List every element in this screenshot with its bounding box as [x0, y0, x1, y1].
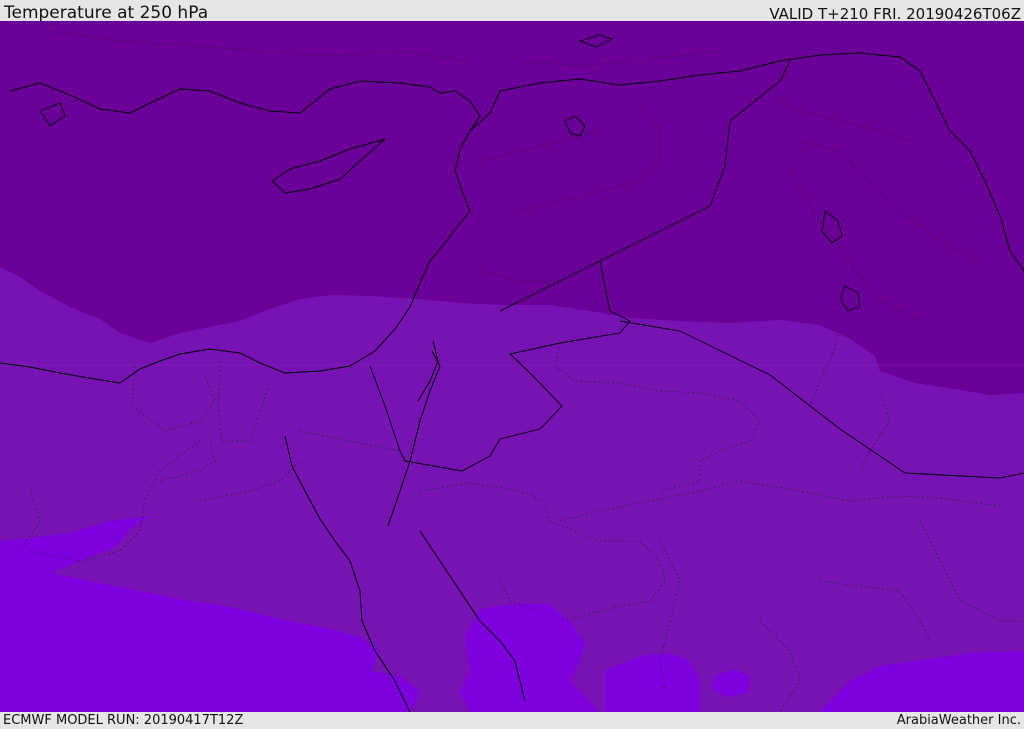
temperature-map[interactable] — [0, 21, 1024, 712]
header-bar: Temperature at 250 hPa VALID T+210 FRI. … — [0, 0, 1024, 23]
map-title: Temperature at 250 hPa — [4, 3, 209, 23]
footer-bar: ECMWF MODEL RUN: 20190417T12Z ArabiaWeat… — [0, 712, 1024, 729]
credit: ArabiaWeather Inc. — [896, 713, 1021, 728]
model-run: ECMWF MODEL RUN: 20190417T12Z — [3, 713, 244, 728]
